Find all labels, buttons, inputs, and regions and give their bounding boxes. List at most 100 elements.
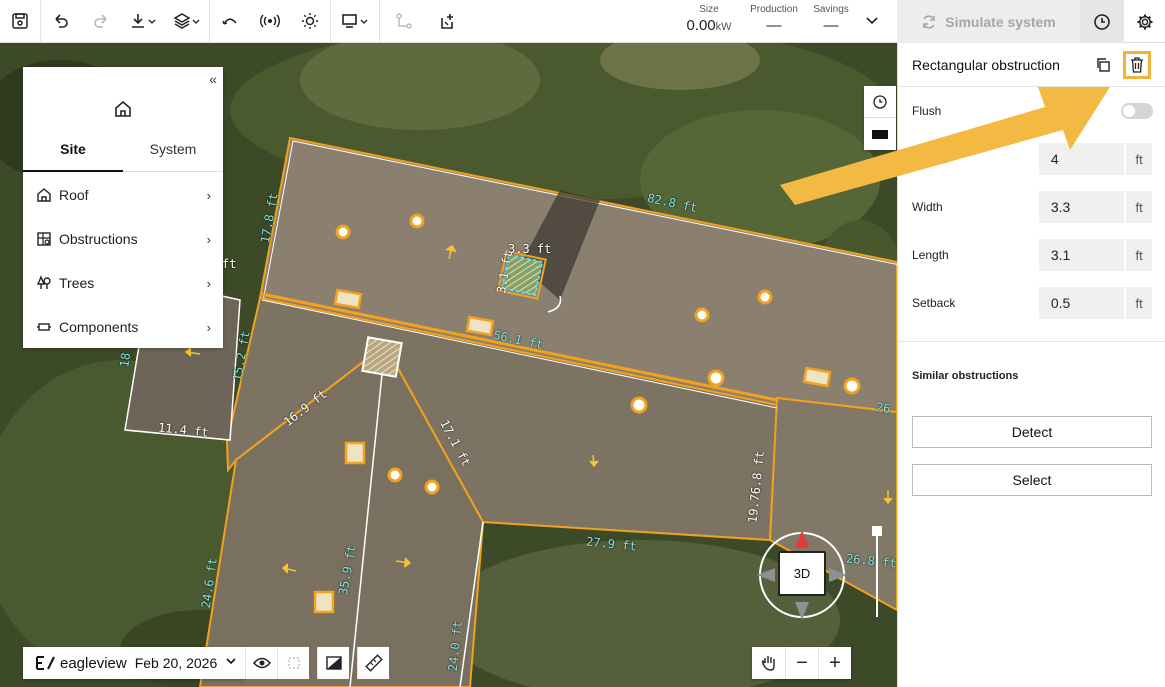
setback-unit: ft (1126, 287, 1152, 319)
measurement-label: 18 (117, 351, 134, 369)
chevron-right-icon: › (206, 275, 211, 291)
production-value: — (766, 17, 782, 34)
collapse-panel-icon[interactable]: « (209, 71, 217, 87)
setback-label: Setback (912, 296, 956, 310)
tab-site[interactable]: Site (23, 139, 123, 172)
stats-expand-icon[interactable] (852, 0, 892, 43)
menu-item-trees[interactable]: Trees › (23, 261, 223, 305)
size-value: 0.00 (686, 17, 716, 34)
delete-button[interactable] (1123, 50, 1151, 79)
chevron-down-icon[interactable] (225, 654, 237, 672)
measurement-label: 56.1 ft (492, 327, 545, 353)
copy-icon (1097, 57, 1110, 72)
measurement-label: ft (222, 257, 237, 271)
flush-toggle[interactable] (1121, 103, 1153, 119)
settings-button[interactable] (1124, 0, 1165, 43)
menu-item-components[interactable]: Components › (23, 305, 223, 349)
zoom-controls: − + (752, 647, 851, 679)
duplicate-button[interactable] (1089, 51, 1117, 79)
shade-icon (326, 656, 342, 670)
undo-icon[interactable] (41, 0, 81, 43)
obstruction-swatch[interactable] (864, 118, 896, 150)
measurement-label: 35.9 ft (336, 543, 359, 597)
save-icon[interactable] (0, 0, 40, 43)
tab-system[interactable]: System (123, 139, 223, 171)
height-unit: ft (1126, 143, 1152, 175)
imagery-date[interactable]: Feb 20, 2026 (135, 655, 218, 671)
menu-item-obstructions[interactable]: Obstructions › (23, 217, 223, 261)
3d-view-button[interactable]: 3D (778, 551, 826, 596)
zoom-in-button[interactable]: + (818, 647, 851, 679)
height-input[interactable]: 4 (1038, 143, 1125, 175)
visibility-button[interactable] (245, 647, 278, 679)
signal-icon[interactable] (250, 0, 290, 43)
measurement-label: 24.6 ft (198, 556, 220, 610)
map-layer-widget (864, 86, 896, 150)
eagleview-logo: eagleview (35, 655, 127, 672)
production-label: Production (750, 4, 798, 15)
trash-icon (1131, 56, 1143, 73)
redo-icon[interactable] (81, 0, 121, 43)
length-input[interactable]: 3.1 (1038, 239, 1125, 271)
menu-item-label: Roof (59, 187, 89, 203)
size-unit: kW (715, 21, 732, 33)
menu-item-roof[interactable]: Roof › (23, 173, 223, 217)
length-row: Length 3.1 ft (912, 239, 1152, 271)
flush-row: Flush (912, 95, 1152, 127)
home-icon[interactable] (113, 99, 133, 124)
hand-icon (761, 656, 775, 671)
measurement-label: 17.1 ft (437, 417, 474, 469)
measurement-label: 24.0 ft (445, 620, 465, 672)
clock-icon (1094, 13, 1110, 30)
panel-tabs: Site System (23, 139, 223, 172)
site-panel: « Site System Roof › Obstructions › Tree… (23, 67, 223, 348)
width-input[interactable]: 3.3 (1038, 191, 1125, 223)
menu-item-label: Obstructions (59, 231, 138, 247)
pan-button[interactable] (752, 647, 785, 679)
history-toggle[interactable] (864, 86, 896, 118)
flush-label: Flush (912, 104, 942, 118)
panel-header: Rectangular obstruction (898, 43, 1165, 87)
frame-button[interactable] (277, 647, 310, 679)
shade-button[interactable] (317, 647, 350, 679)
crop-icon (288, 657, 300, 669)
gear-icon (1137, 14, 1152, 29)
detect-button[interactable]: Detect (912, 416, 1152, 448)
menu-item-label: Components (59, 319, 139, 335)
trees-icon (35, 274, 53, 292)
arc-tool-icon[interactable] (210, 0, 250, 43)
width-unit: ft (1126, 191, 1152, 223)
string-connect-icon[interactable] (380, 0, 428, 43)
size-label: Size (699, 4, 719, 15)
simulate-label: Simulate system (945, 13, 1056, 30)
select-button[interactable]: Select (912, 464, 1152, 496)
length-label: Length (912, 248, 949, 262)
production-stat: Production — (744, 4, 804, 34)
sun-icon[interactable] (290, 0, 330, 43)
download-icon[interactable] (121, 0, 165, 43)
savings-stat: Savings — (810, 4, 852, 34)
similar-obstructions-heading: Similar obstructions (912, 370, 1019, 382)
properties-panel: Rectangular obstruction Flush Height 4 f… (897, 43, 1165, 687)
width-row: Width 3.3 ft (912, 191, 1152, 223)
tilt-slider[interactable] (871, 525, 883, 621)
add-panel-icon[interactable] (428, 0, 468, 43)
imagery-source: eagleview Feb 20, 2026 (23, 647, 246, 679)
map-bottom-bar: eagleview Feb 20, 2026 (23, 647, 390, 679)
setback-input[interactable]: 0.5 (1038, 287, 1125, 319)
measurement-label: 17.8 ft (258, 191, 281, 245)
measure-button[interactable] (357, 647, 390, 679)
layers-icon[interactable] (165, 0, 209, 43)
zoom-out-button[interactable]: − (785, 647, 818, 679)
section-divider (898, 341, 1165, 342)
measurement-label: 3.1 ft (494, 249, 516, 295)
monitor-icon[interactable] (331, 0, 379, 43)
measurement-label: 82.8 ft (646, 190, 699, 216)
simulate-system-button[interactable]: Simulate system (897, 0, 1080, 43)
ruler-icon (364, 654, 383, 672)
top-toolbar: Size 0.00kW Production — Savings — Simul… (0, 0, 1165, 43)
history-button[interactable] (1080, 0, 1124, 43)
house-icon (35, 186, 53, 204)
savings-label: Savings (813, 4, 849, 15)
length-unit: ft (1126, 239, 1152, 271)
